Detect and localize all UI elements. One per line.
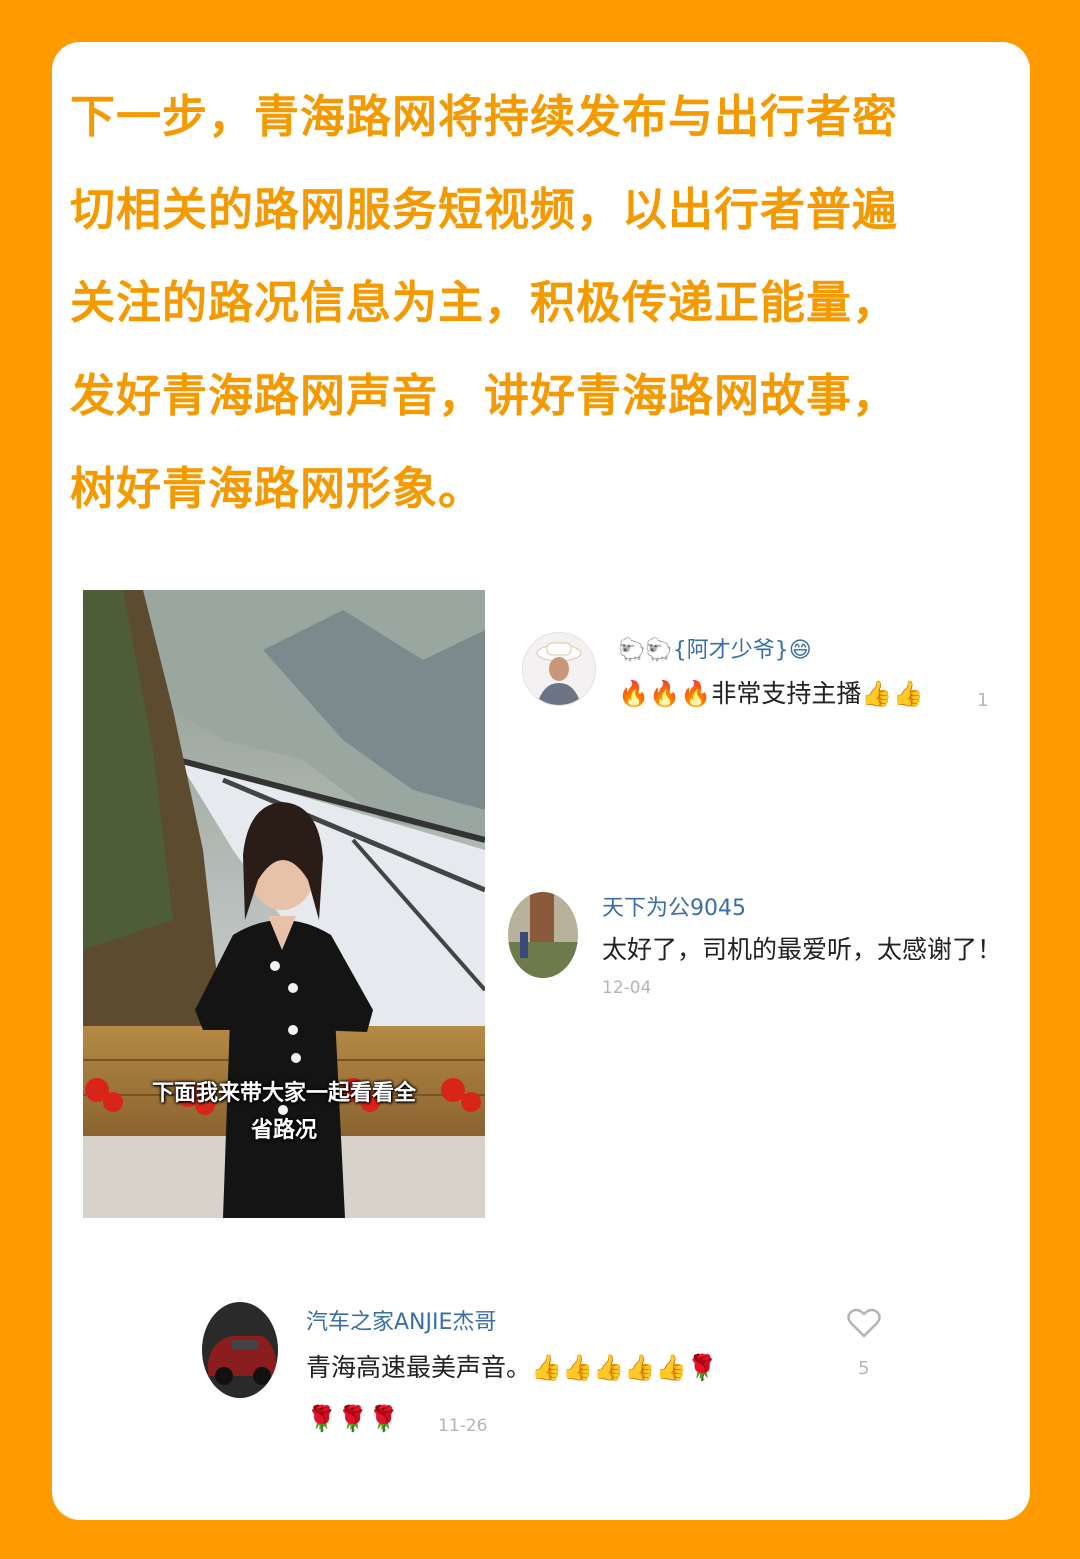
avatar[interactable] — [202, 1302, 278, 1398]
video-subtitle: 省路况 — [250, 1118, 317, 1143]
comment-date: 12-04 — [602, 978, 652, 998]
comment-item: 天下为公9045 太好了，司机的最爱听，太感谢了！ 12-04 — [508, 890, 1008, 1010]
fire-emoji: 🔥🔥🔥 — [618, 679, 712, 708]
avatar[interactable] — [508, 892, 578, 978]
headline-text: 下一步，青海路网将持续发布与出行者密 切相关的路网服务短视频，以出行者普遍 关注… — [70, 70, 1020, 535]
headline-line: 关注的路况信息为主，积极传递正能量， — [70, 276, 899, 329]
comment-text-continued: 🌹🌹🌹 — [306, 1404, 400, 1433]
comment-date: 11-26 — [438, 1416, 488, 1436]
comment-text: 太好了，司机的最爱听，太感谢了！ — [602, 935, 1003, 964]
like-count: 5 — [858, 1358, 870, 1379]
headline-line: 树好青海路网形象。 — [70, 462, 485, 515]
heart-icon[interactable] — [847, 1307, 881, 1339]
avatar[interactable] — [522, 632, 596, 706]
like-count: 1 — [977, 690, 989, 711]
headline-line: 切相关的路网服务短视频，以出行者普遍 — [70, 183, 899, 236]
video-subtitle: 下面我来带大家一起看看全 — [151, 1081, 416, 1106]
comment-item: 汽车之家ANJIE杰哥 青海高速最美声音。👍👍👍👍👍🌹 🌹🌹🌹 11-26 5 — [202, 1302, 902, 1452]
comment-username[interactable]: 🐑🐑{阿才少爷}😄 — [618, 632, 812, 664]
headline-line: 下一步，青海路网将持续发布与出行者密 — [70, 90, 899, 143]
comment-body: 非常支持主播👍👍 — [711, 679, 924, 708]
headline-line: 发好青海路网声音，讲好青海路网故事， — [70, 369, 899, 422]
content-card: 下一步，青海路网将持续发布与出行者密 切相关的路网服务短视频，以出行者普遍 关注… — [52, 42, 1030, 1520]
comment-item: 🐑🐑{阿才少爷}😄 🔥🔥🔥非常支持主播👍👍 1 — [522, 632, 1002, 742]
video-thumbnail[interactable]: 下面我来带大家一起看看全 省路况 — [83, 590, 485, 1218]
comment-text: 🔥🔥🔥非常支持主播👍👍 — [618, 674, 924, 710]
comment-username[interactable]: 天下为公9045 — [602, 890, 746, 922]
comment-text: 青海高速最美声音。👍👍👍👍👍🌹 — [306, 1353, 718, 1382]
comment-username[interactable]: 汽车之家ANJIE杰哥 — [306, 1304, 496, 1336]
